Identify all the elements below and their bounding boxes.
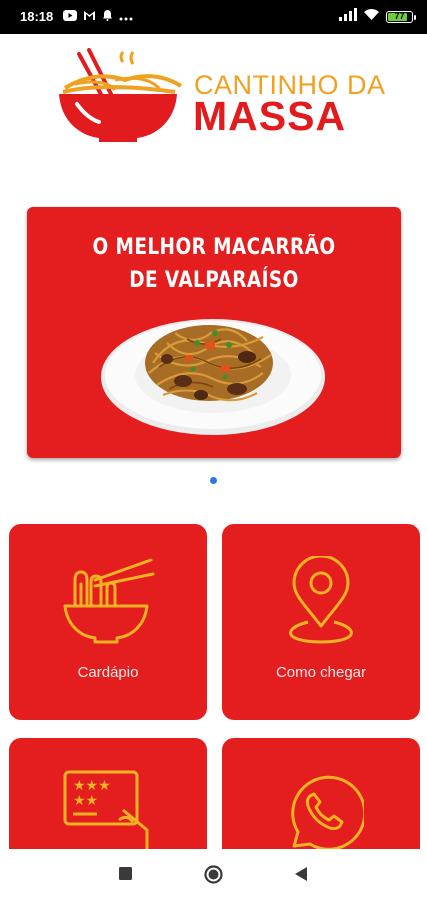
youtube-icon — [63, 8, 77, 26]
banner-headline: O MELHOR MACARRÃO DE VALPARAÍSO — [57, 231, 371, 297]
svg-text:★★★: ★★★ — [73, 778, 111, 794]
phone-icon — [291, 775, 364, 851]
menu-tile[interactable]: Cardápio — [9, 524, 207, 720]
pasta-plate-image — [101, 319, 325, 435]
recents-icon[interactable] — [119, 867, 132, 885]
banner-headline-line2: DE VALPARAÍSO — [129, 268, 299, 293]
directions-tile-label: Como chegar — [275, 664, 367, 681]
carousel-indicator[interactable] — [210, 477, 217, 484]
home-icon[interactable] — [204, 865, 223, 889]
gmail-icon — [83, 8, 96, 26]
rating-card-icon: ★★★ ★★ — [63, 770, 149, 852]
banner-headline-line1: O MELHOR MACARRÃO — [92, 235, 336, 260]
battery-icon: 77 — [386, 11, 416, 23]
battery-percent: 77 — [394, 11, 405, 21]
status-time: 18:18 — [20, 9, 54, 24]
noodle-bowl-icon — [63, 558, 155, 644]
notification-bell-icon — [102, 8, 113, 26]
location-pin-icon — [289, 556, 353, 644]
status-bar: 18:18 77 — [0, 0, 427, 34]
brand-name-line2: MASSA — [193, 93, 347, 139]
menu-tile-label: Cardápio — [77, 664, 139, 681]
wifi-icon — [363, 8, 380, 26]
promo-banner[interactable]: O MELHOR MACARRÃO DE VALPARAÍSO — [27, 207, 401, 458]
directions-tile[interactable]: Como chegar — [222, 524, 420, 720]
system-navigation-bar — [0, 849, 427, 900]
signal-icon — [339, 8, 357, 26]
svg-text:★★: ★★ — [73, 793, 98, 809]
back-icon[interactable] — [295, 867, 307, 886]
more-icon — [119, 8, 133, 26]
